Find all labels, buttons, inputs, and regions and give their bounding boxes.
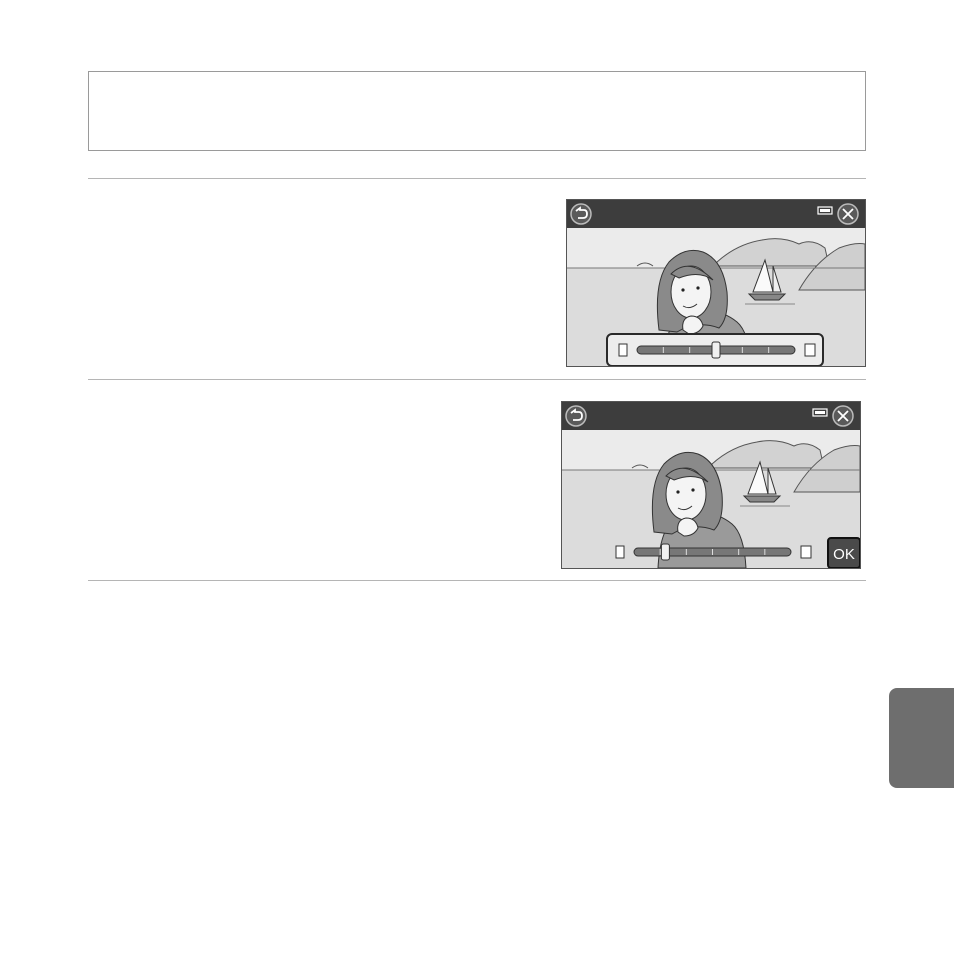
slider-max-icon [804,343,816,357]
slider-max-icon [800,545,812,559]
battery-level [815,411,825,414]
note-box [88,71,866,151]
back-button[interactable] [565,405,587,427]
divider-middle [88,379,866,380]
divider-bottom [88,580,866,581]
slider-min-icon [618,343,628,357]
person-eye-right [691,488,695,492]
scene-illustration: OK [562,402,860,568]
camera-screen-adjust [566,199,866,367]
back-button[interactable] [570,203,592,225]
person-eye-left [676,490,680,494]
boat-hull [742,495,782,503]
slider-knob[interactable] [660,543,670,561]
slider-knob[interactable] [711,341,721,359]
divider-top [88,178,866,179]
ok-button-label: OK [833,546,855,563]
camera-screen-confirm: OK [561,401,861,569]
ok-button[interactable]: OK [827,537,860,568]
person-eye-right [696,286,700,290]
person-eye-left [681,288,685,292]
scene-illustration [567,200,865,366]
boat-hull [747,293,787,301]
battery-level [820,209,830,212]
slider-min-icon [615,545,625,559]
section-side-tab [889,688,954,788]
